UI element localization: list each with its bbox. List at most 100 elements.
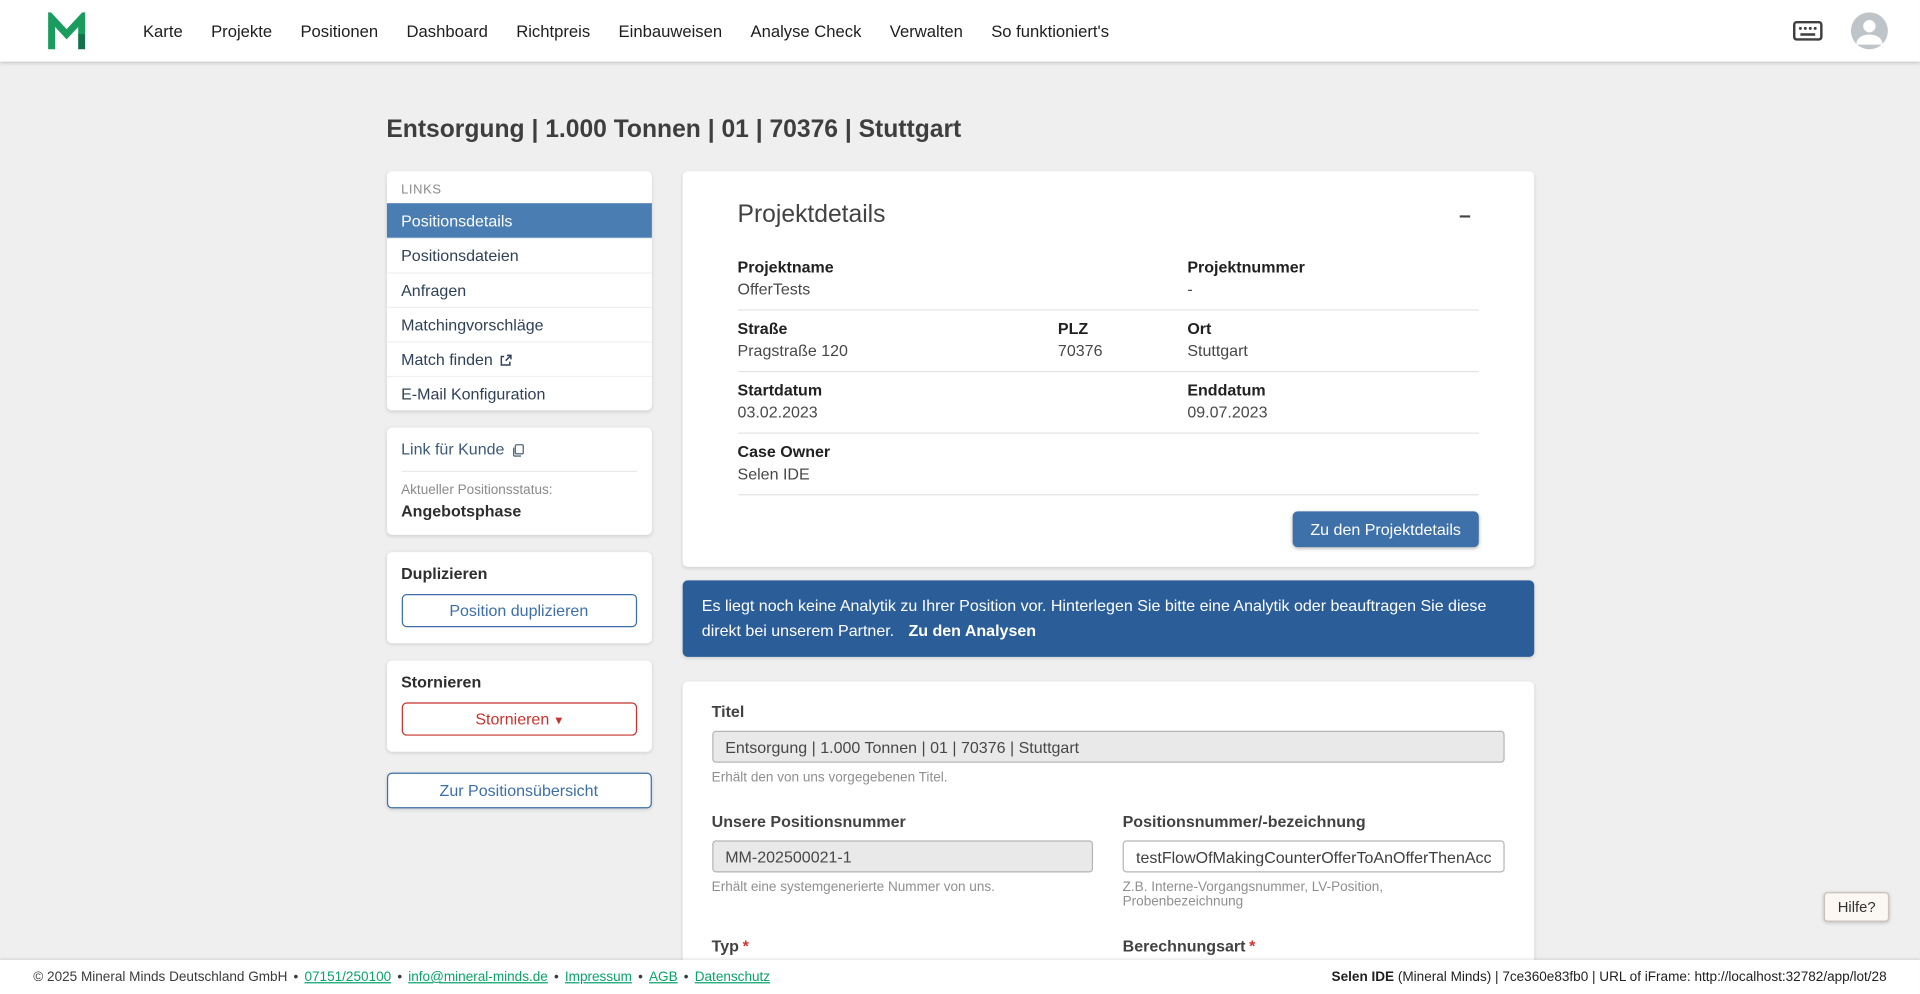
sidebar: LINKS Positionsdetails Positionsdateien … bbox=[386, 171, 652, 809]
project-details-card: Projektdetails Projektname OfferTests Pr… bbox=[682, 171, 1534, 567]
go-to-analyses-link[interactable]: Zu den Analysen bbox=[908, 621, 1036, 639]
sidebar-item-email-konfiguration[interactable]: E-Mail Konfiguration bbox=[386, 375, 652, 411]
main-navigation: Karte Projekte Positionen Dashboard Rich… bbox=[143, 22, 1109, 40]
phone-link[interactable]: 07151/250100 bbox=[304, 970, 391, 985]
help-button[interactable]: Hilfe? bbox=[1824, 892, 1890, 922]
position-status-label: Aktueller Positionsstatus: bbox=[401, 483, 553, 498]
projektname-value: OfferTests bbox=[737, 279, 811, 299]
sidebar-item-label: Positionsdetails bbox=[401, 211, 513, 231]
top-navbar: Karte Projekte Positionen Dashboard Rich… bbox=[0, 0, 1920, 62]
duplicate-header: Duplizieren bbox=[401, 564, 488, 583]
copy-icon bbox=[512, 442, 526, 457]
nav-item-positionen[interactable]: Positionen bbox=[300, 22, 378, 40]
cancel-header: Stornieren bbox=[401, 672, 482, 692]
sidebar-item-positionsdateien[interactable]: Positionsdateien bbox=[386, 237, 652, 273]
sidebar-item-matchingvorschlaege[interactable]: Matchingvorschläge bbox=[386, 306, 652, 342]
plz-value: 70376 bbox=[1057, 341, 1103, 360]
datenschutz-link[interactable]: Datenschutz bbox=[695, 970, 770, 985]
copyright-text: © 2025 Mineral Minds Deutschland GmbH bbox=[33, 969, 288, 985]
project-row-address: Straße Pragstraße 120 PLZ 70376 Ort Stut… bbox=[737, 311, 1479, 373]
enddatum-label: Enddatum bbox=[1187, 380, 1266, 400]
projektnummer-label: Projektnummer bbox=[1187, 257, 1305, 277]
ort-label: Ort bbox=[1187, 319, 1212, 338]
positionsnummer-input bbox=[711, 840, 1094, 873]
position-overview-button[interactable]: Zur Positionsübersicht bbox=[386, 772, 652, 809]
main-content: Projektdetails Projektname OfferTests Pr… bbox=[682, 171, 1534, 994]
ort-value: Stuttgart bbox=[1187, 341, 1248, 360]
positionsnummer-helper: Erhält eine systemgenerierte Nummer von … bbox=[711, 880, 995, 895]
typ-label: Typ * bbox=[711, 936, 749, 956]
required-asterisk: * bbox=[1249, 936, 1256, 956]
user-avatar[interactable] bbox=[1850, 12, 1888, 50]
agb-link[interactable]: AGB bbox=[649, 970, 678, 985]
startdatum-value: 03.02.2023 bbox=[737, 402, 818, 422]
titel-label: Titel bbox=[711, 702, 745, 722]
plz-label: PLZ bbox=[1057, 319, 1089, 338]
case-owner-value: Selen IDE bbox=[737, 464, 810, 484]
project-row-owner: Case Owner Selen IDE bbox=[737, 434, 1479, 496]
projektname-label: Projektname bbox=[737, 257, 834, 277]
email-link[interactable]: info@mineral-minds.de bbox=[408, 970, 548, 985]
status-card: Link für Kunde Aktueller Positionsstatus… bbox=[386, 427, 652, 535]
impressum-link[interactable]: Impressum bbox=[565, 970, 632, 985]
customer-link[interactable]: Link für Kunde bbox=[401, 439, 637, 472]
strasse-value: Pragstraße 120 bbox=[737, 341, 848, 360]
strasse-label: Straße bbox=[737, 319, 788, 338]
sidebar-item-label: Matchingvorschläge bbox=[401, 315, 544, 334]
external-link-icon bbox=[499, 352, 513, 366]
sidebar-item-match-finden[interactable]: Match finden bbox=[386, 341, 652, 376]
nav-item-richtpreis[interactable]: Richtpreis bbox=[516, 22, 590, 40]
navbar-right bbox=[1792, 12, 1888, 50]
customer-link-label: Link für Kunde bbox=[401, 439, 505, 459]
project-row-name-number: Projektname OfferTests Projektnummer - bbox=[737, 249, 1479, 311]
startdatum-label: Startdatum bbox=[737, 380, 823, 400]
page-body: Entsorgung | 1.000 Tonnen | 01 | 70376 |… bbox=[0, 61, 1920, 994]
cancel-card: Stornieren Stornieren bbox=[386, 660, 652, 752]
case-owner-label: Case Owner bbox=[737, 442, 831, 461]
bezeichnung-helper: Z.B. Interne-Vorgangsnummer, LV-Position… bbox=[1122, 880, 1384, 910]
keyboard-icon[interactable] bbox=[1792, 18, 1824, 43]
analytics-info-banner: Es liegt noch keine Analytik zu Ihrer Po… bbox=[682, 580, 1534, 658]
position-form-card: Titel Erhält den von uns vorgegebenen Ti… bbox=[682, 681, 1534, 994]
projektnummer-value: - bbox=[1187, 279, 1193, 299]
nav-item-dashboard[interactable]: Dashboard bbox=[406, 22, 487, 40]
bezeichnung-label: Positionsnummer/-bezeichnung bbox=[1122, 812, 1366, 831]
position-status-value: Angebotsphase bbox=[401, 501, 522, 521]
nav-item-analyse-check[interactable]: Analyse Check bbox=[750, 22, 861, 40]
footer-left: © 2025 Mineral Minds Deutschland GmbH • … bbox=[33, 969, 771, 985]
positionsnummer-label: Unsere Positionsnummer bbox=[711, 812, 906, 831]
session-user: Selen IDE bbox=[1331, 969, 1395, 985]
collapse-icon[interactable] bbox=[1452, 202, 1478, 228]
duplicate-card: Duplizieren Position duplizieren bbox=[386, 552, 652, 644]
sidebar-item-label: Anfragen bbox=[401, 280, 467, 300]
nav-item-so-funktionierts[interactable]: So funktioniert's bbox=[991, 22, 1109, 40]
project-details-title: Projektdetails bbox=[737, 200, 886, 228]
mineral-minds-logo-icon[interactable] bbox=[47, 9, 89, 51]
nav-item-karte[interactable]: Karte bbox=[143, 22, 183, 40]
titel-input bbox=[711, 731, 1505, 764]
sidebar-item-anfragen[interactable]: Anfragen bbox=[386, 272, 652, 307]
nav-item-einbauweisen[interactable]: Einbauweisen bbox=[619, 22, 723, 40]
session-details: (Mineral Minds) | 7ce360e83fb0 | URL of … bbox=[1394, 969, 1887, 985]
sidebar-item-label: E-Mail Konfiguration bbox=[401, 384, 546, 403]
duplicate-position-button[interactable]: Position duplizieren bbox=[401, 593, 637, 628]
footer: © 2025 Mineral Minds Deutschland GmbH • … bbox=[0, 959, 1920, 994]
sidebar-item-label: Positionsdateien bbox=[401, 246, 519, 265]
nav-item-projekte[interactable]: Projekte bbox=[211, 22, 272, 40]
bezeichnung-input[interactable] bbox=[1122, 840, 1505, 873]
cancel-dropdown-button[interactable]: Stornieren bbox=[401, 702, 637, 736]
app-root: Karte Projekte Positionen Dashboard Rich… bbox=[0, 0, 1920, 994]
links-header: LINKS bbox=[401, 182, 442, 198]
titel-helper: Erhält den von uns vorgegebenen Titel. bbox=[711, 770, 948, 786]
links-card: LINKS Positionsdetails Positionsdateien … bbox=[386, 171, 652, 411]
nav-item-verwalten[interactable]: Verwalten bbox=[890, 22, 963, 40]
project-row-dates: Startdatum 03.02.2023 Enddatum 09.07.202… bbox=[737, 372, 1479, 434]
footer-session-info: Selen IDE (Mineral Minds) | 7ce360e83fb0… bbox=[1332, 970, 1887, 985]
page-title: Entsorgung | 1.000 Tonnen | 01 | 70376 |… bbox=[386, 115, 962, 143]
go-to-project-details-button[interactable]: Zu den Projektdetails bbox=[1293, 511, 1479, 548]
banner-text: Es liegt noch keine Analytik zu Ihrer Po… bbox=[701, 596, 1487, 640]
enddatum-value: 09.07.2023 bbox=[1187, 402, 1268, 422]
required-asterisk: * bbox=[742, 936, 749, 956]
sidebar-item-positionsdetails[interactable]: Positionsdetails bbox=[386, 203, 652, 238]
berechnungsart-label: Berechnungsart * bbox=[1122, 936, 1256, 956]
